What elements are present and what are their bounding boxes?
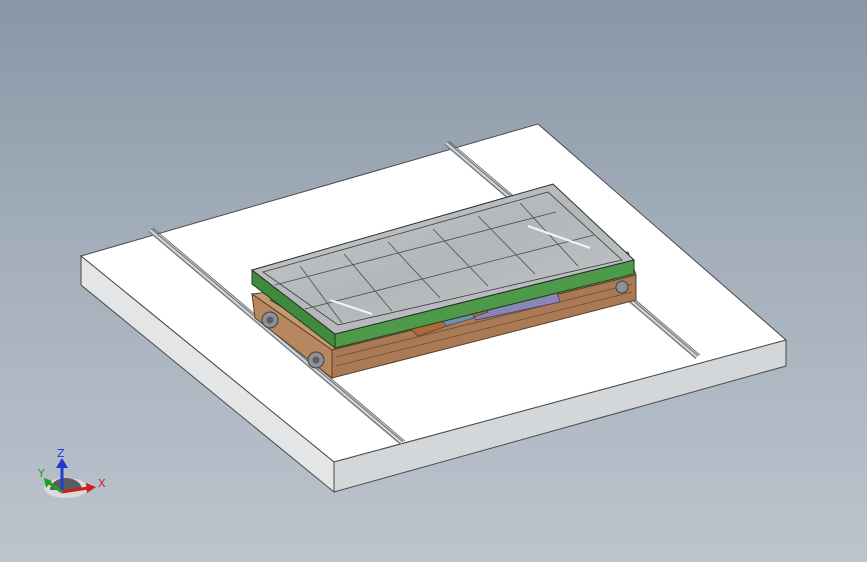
z-axis-label: Z bbox=[57, 447, 65, 460]
x-axis-label: X bbox=[98, 477, 106, 490]
wheel-front-right bbox=[615, 280, 629, 294]
y-axis-label: Y bbox=[37, 467, 45, 480]
model-view[interactable]: Z X Y bbox=[0, 0, 867, 562]
graphics-viewport[interactable]: Z X Y bbox=[0, 0, 867, 562]
axis-triad: Z X Y bbox=[37, 447, 106, 498]
